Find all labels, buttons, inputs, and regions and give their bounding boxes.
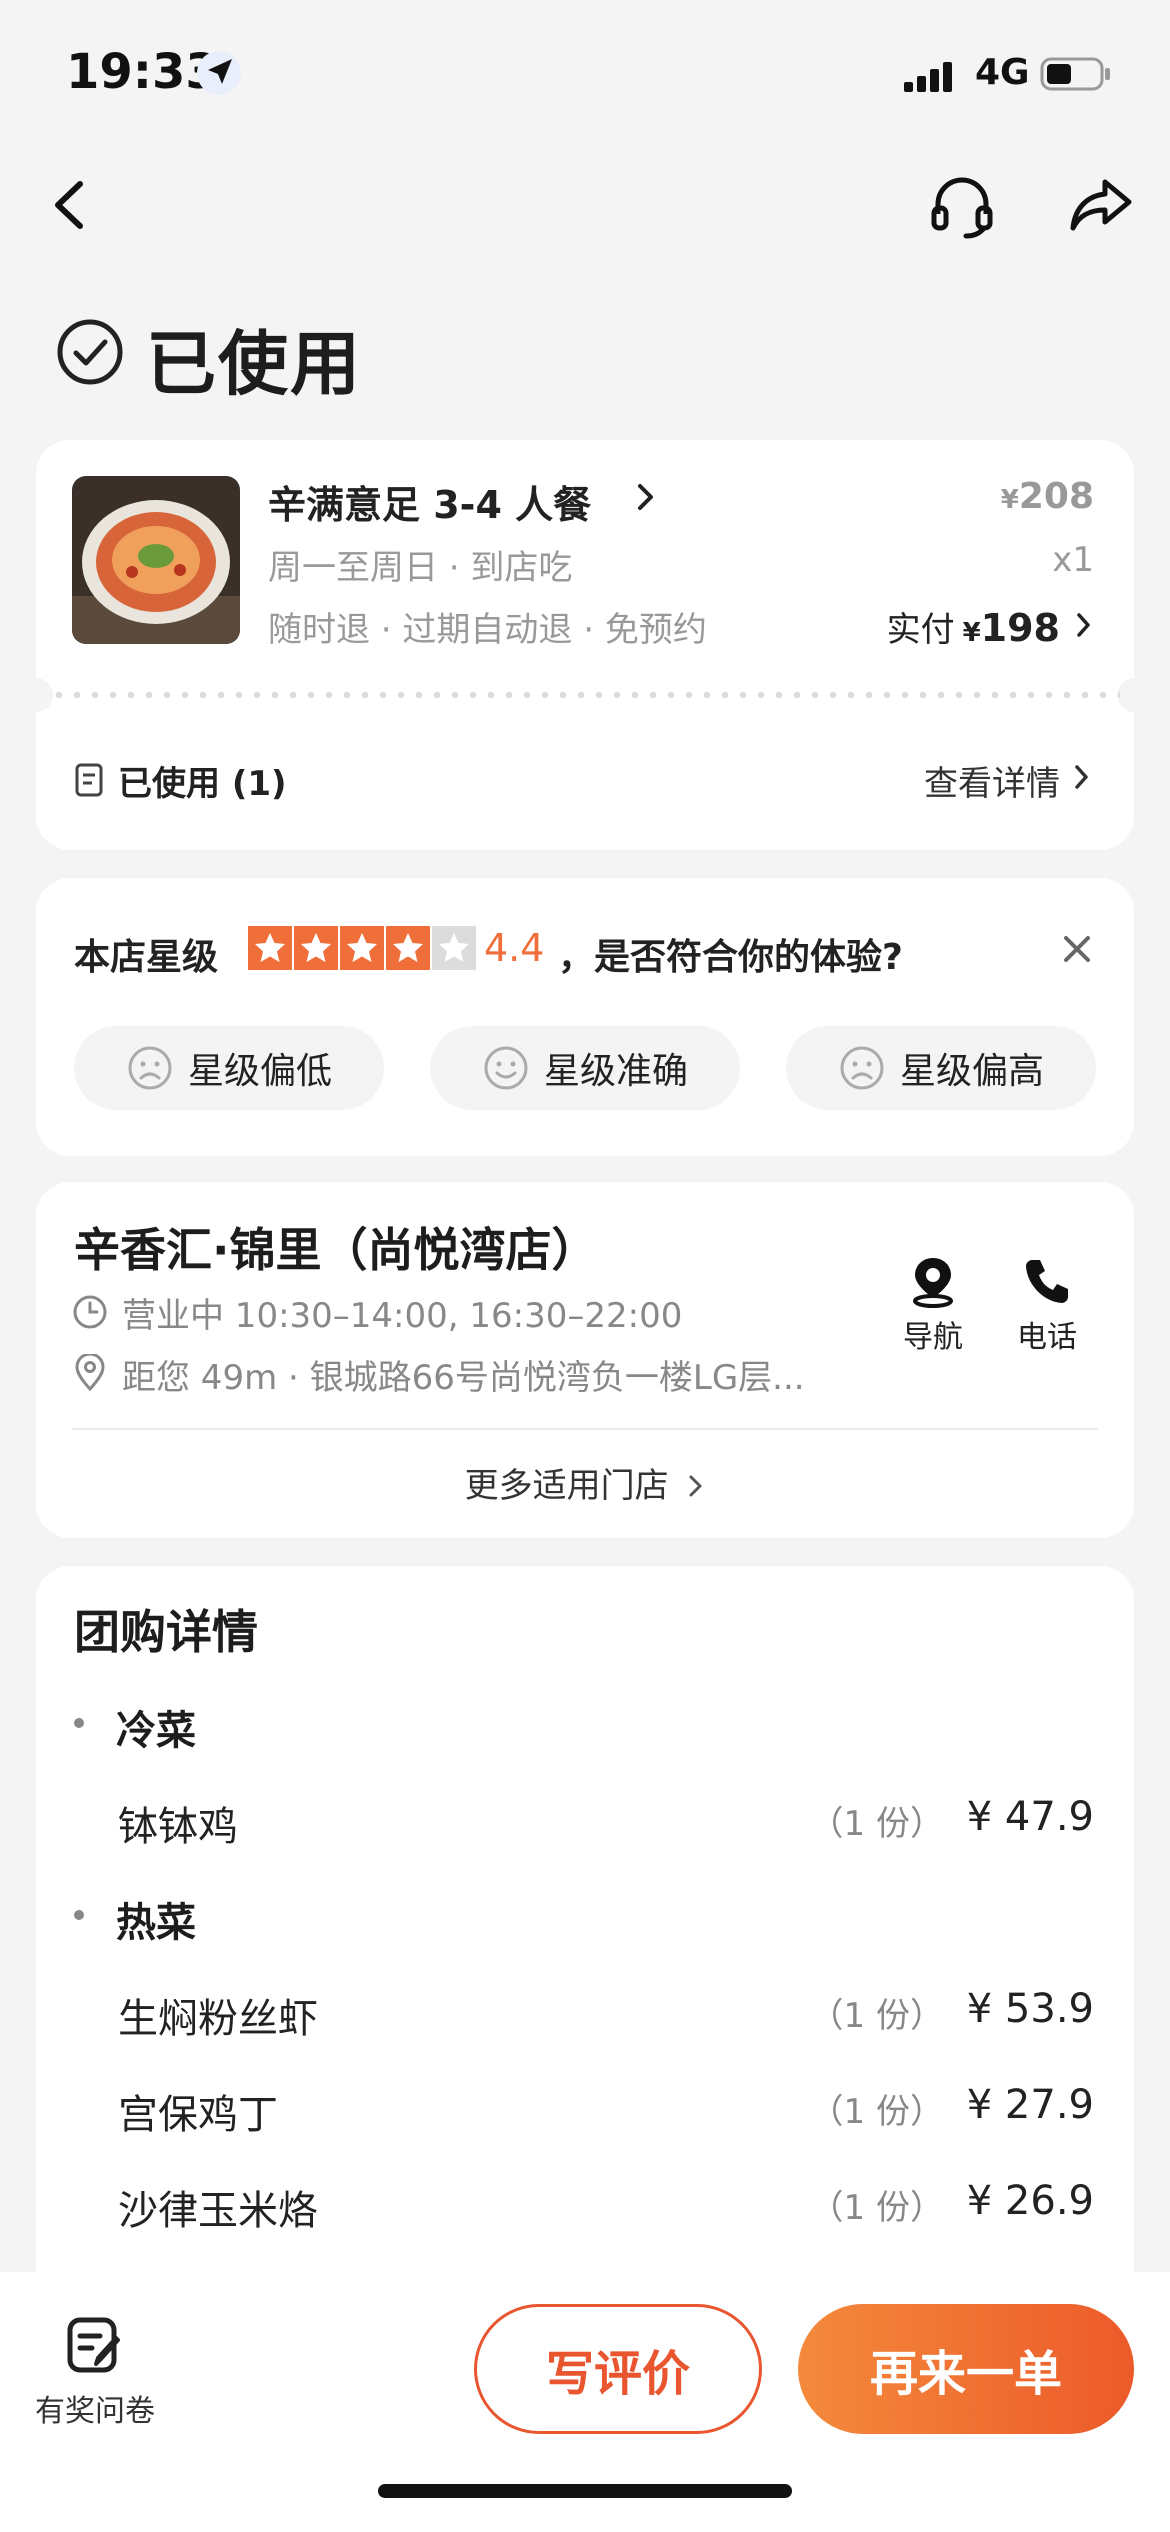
frown-face-icon — [840, 1046, 884, 1090]
signal-icon — [904, 62, 952, 92]
used-count: 已使用 (1) — [118, 764, 287, 804]
store-card: 辛香汇·锦里（尚悦湾店） 营业中 10:30–14:00, 16:30–22:0… — [36, 1182, 1134, 1538]
star-icon — [340, 926, 384, 970]
navigation-icon — [913, 1258, 953, 1308]
dish-quantity: （1 份） — [809, 1804, 944, 1844]
dish-price: ¥ 26.9 — [966, 2178, 1094, 2224]
location-arrow-icon — [197, 51, 241, 95]
rating-score: 4.4 — [484, 926, 545, 970]
ticket-notch — [19, 678, 53, 712]
dish-quantity: （1 份） — [809, 1996, 944, 2036]
star-icon — [386, 926, 430, 970]
dish-image-icon — [72, 476, 240, 644]
dotted-divider — [50, 692, 1120, 698]
survey-edit-icon — [67, 2317, 120, 2373]
more-stores-link[interactable]: 更多适用门店 — [36, 1458, 1134, 1507]
dish-quantity: （1 份） — [809, 2092, 944, 2132]
product-name[interactable]: 辛满意足 3-4 人餐 — [268, 474, 591, 529]
dish-price: ¥ 47.9 — [966, 1794, 1094, 1840]
category-title: 冷菜 — [116, 1708, 196, 1754]
order-card: 辛满意足 3-4 人餐 周一至周日 · 到店吃 随时退 · 过期自动退 · 免预… — [19, 440, 1151, 850]
ticket-notch — [1117, 678, 1151, 712]
check-circle-icon — [57, 319, 123, 385]
phone-icon — [1026, 1260, 1068, 1303]
product-policy: 随时退 · 过期自动退 · 免预约 — [268, 610, 707, 650]
original-price: ¥208 — [1000, 476, 1094, 517]
network-label: 4G — [975, 52, 1030, 93]
dish-price: ¥ 53.9 — [966, 1986, 1094, 2032]
survey-button[interactable]: 有奖问卷 — [30, 2314, 160, 2430]
dish-quantity: （1 份） — [809, 2188, 944, 2228]
star-icon — [294, 926, 338, 970]
chevron-right-icon — [689, 1475, 702, 1497]
section-heading: 团购详情 — [74, 1605, 258, 1659]
chevron-right-icon — [1075, 765, 1088, 789]
customer-service-icon[interactable] — [928, 172, 996, 240]
business-hours: 营业中 10:30–14:00, 16:30–22:00 — [122, 1296, 683, 1336]
location-pin-icon — [75, 1354, 105, 1392]
voucher-icon — [75, 763, 103, 797]
rating-too-low-button[interactable]: 星级偏低 — [74, 1026, 384, 1110]
write-review-button[interactable]: 写评价 — [474, 2304, 762, 2434]
star-icon — [248, 926, 292, 970]
view-details-link[interactable]: 查看详情 — [924, 756, 1060, 805]
store-name[interactable]: 辛香汇·锦里（尚悦湾店） — [74, 1214, 597, 1280]
call-label: 电话 — [1017, 1320, 1077, 1355]
product-schedule: 周一至周日 · 到店吃 — [268, 548, 573, 588]
bullet — [74, 1718, 84, 1728]
clock-icon — [73, 1295, 107, 1329]
category-title: 热菜 — [116, 1900, 196, 1946]
close-icon[interactable] — [1060, 932, 1094, 966]
home-indicator — [378, 2484, 792, 2498]
product-thumbnail[interactable] — [72, 476, 240, 644]
back-icon[interactable] — [40, 170, 100, 240]
paid-amount[interactable]: 实付 ¥ 198 — [887, 602, 1060, 651]
dish-name: 钵钵鸡 — [118, 1804, 238, 1850]
share-icon[interactable] — [1065, 172, 1137, 238]
dish-name: 宫保鸡丁 — [118, 2092, 278, 2138]
rating-label: 本店星级 — [74, 937, 219, 978]
rating-question: ，是否符合你的体验? — [558, 937, 903, 978]
quantity: x1 — [1052, 540, 1094, 580]
dish-name: 沙律玉米烙 — [118, 2188, 318, 2234]
dish-price: ¥ 27.9 — [966, 2082, 1094, 2128]
battery-icon — [1040, 57, 1110, 91]
navigate-label: 导航 — [903, 1320, 963, 1355]
survey-label: 有奖问卷 — [35, 2394, 155, 2429]
bullet — [74, 1910, 84, 1920]
star-icon — [432, 926, 476, 970]
dish-name: 生焖粉丝虾 — [118, 1996, 318, 2042]
page-title: 已使用 — [146, 323, 362, 405]
status-bar: 19:33 4G — [0, 0, 1170, 150]
rating-card: 本店星级 4.4 ，是否符合你的体验? 星级偏低 星级准确 星级偏高 — [36, 878, 1134, 1156]
smile-face-icon — [484, 1046, 528, 1090]
call-button[interactable]: 电话 — [1002, 1254, 1092, 1364]
frown-face-icon — [128, 1046, 172, 1090]
rating-accurate-button[interactable]: 星级准确 — [430, 1026, 740, 1110]
chevron-right-icon — [1077, 613, 1090, 637]
chevron-right-icon — [638, 484, 653, 510]
reorder-button[interactable]: 再来一单 — [798, 2304, 1134, 2434]
star-rating — [248, 926, 476, 970]
divider — [72, 1428, 1098, 1430]
store-address[interactable]: 距您 49m · 银城路66号尚悦湾负一楼LG层... — [122, 1350, 892, 1399]
navigate-button[interactable]: 导航 — [888, 1254, 978, 1364]
rating-too-high-button[interactable]: 星级偏高 — [786, 1026, 1096, 1110]
